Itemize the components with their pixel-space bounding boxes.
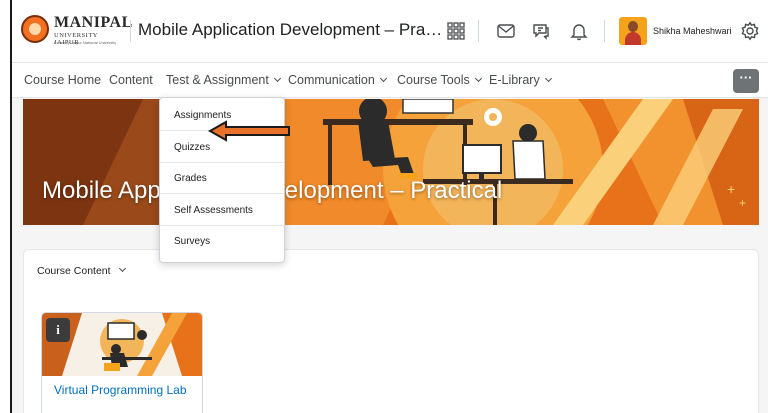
nav-label: Test & Assignment [166, 73, 269, 87]
course-navbar: Course Home Content Test & Assignment Co… [12, 62, 768, 98]
chevron-down-icon [273, 74, 281, 83]
university-logo[interactable]: MANIPAL UNIVERSITY JAIPUR Formerly Jaipu… [21, 14, 132, 48]
nav-test-assignment[interactable]: Test & Assignment [166, 73, 281, 87]
svg-text:+: + [727, 181, 735, 197]
nav-label: E-Library [489, 73, 540, 87]
annotation-arrow-icon [208, 120, 290, 142]
menu-item-grades[interactable]: Grades [160, 163, 284, 194]
course-content-heading: Course Content [37, 265, 111, 277]
logo-tagline: Formerly Jaipur National University [54, 40, 117, 45]
nav-communication[interactable]: Communication [288, 73, 387, 87]
nav-label: Course Tools [397, 73, 470, 87]
nav-e-library[interactable]: E-Library [489, 73, 552, 87]
chevron-down-icon [544, 74, 552, 83]
menu-item-surveys[interactable]: Surveys [160, 226, 284, 257]
nav-content[interactable]: Content [109, 73, 153, 87]
nav-label: Content [109, 73, 153, 87]
apps-grid-icon[interactable] [444, 19, 468, 43]
info-badge-icon[interactable]: i [46, 318, 70, 342]
menu-item-self-assessments[interactable]: Self Assessments [160, 195, 284, 226]
chevron-down-icon [474, 74, 482, 83]
top-bar: MANIPAL UNIVERSITY JAIPUR Formerly Jaipu… [12, 0, 768, 62]
user-name[interactable]: Shikha Maheshwari [653, 26, 732, 36]
tile-title-link[interactable]: Virtual Programming Lab [54, 384, 194, 397]
svg-text:+: + [739, 196, 746, 210]
avatar[interactable] [619, 17, 647, 45]
mail-icon[interactable] [494, 19, 518, 43]
nav-label: Course Home [24, 73, 102, 87]
logo-name: MANIPAL [54, 14, 133, 31]
nav-course-tools[interactable]: Course Tools [397, 73, 482, 87]
browser-frame: MANIPAL UNIVERSITY JAIPUR Formerly Jaipu… [10, 0, 768, 413]
more-options-button[interactable]: ··· [733, 69, 759, 93]
banner-illustration: + + [23, 99, 759, 225]
course-tile[interactable]: i Virtual Programming Lab [41, 312, 203, 413]
header-divider [604, 20, 605, 42]
gear-icon[interactable] [738, 19, 762, 43]
nav-label: Communication [288, 73, 375, 87]
header-divider [130, 20, 131, 42]
bell-icon[interactable] [567, 19, 591, 43]
course-content-toggle[interactable]: Course Content [37, 264, 126, 277]
header-divider [478, 20, 479, 42]
course-banner: + + Mobile Application Development – Pra… [23, 99, 759, 225]
tile-image: i [42, 313, 202, 376]
logo-seal-icon [21, 15, 49, 43]
chevron-down-icon [118, 264, 126, 273]
chevron-down-icon [379, 74, 387, 83]
course-content-panel: Course Content i Virtual Programming Lab [23, 249, 759, 413]
nav-course-home[interactable]: Course Home [24, 73, 101, 87]
course-title[interactable]: Mobile Application Development – Pra… [138, 20, 442, 40]
chat-icon[interactable] [529, 19, 553, 43]
